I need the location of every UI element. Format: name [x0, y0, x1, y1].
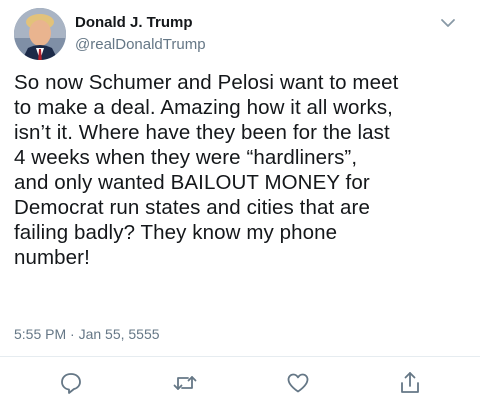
chevron-down-icon[interactable]: [438, 15, 458, 31]
author-display-name[interactable]: Donald J. Trump: [75, 14, 193, 31]
heart-icon: [287, 373, 309, 393]
divider: [0, 356, 480, 357]
reply-icon: [61, 373, 81, 394]
retweet-button[interactable]: [172, 370, 198, 396]
tweet-timestamp[interactable]: 5:55 PM · Jan 55, 5555: [14, 326, 160, 342]
action-bar: [0, 370, 480, 400]
profile-photo-icon: [14, 8, 66, 60]
tweet-text: So now Schumer and Pelosi want to meet t…: [14, 71, 399, 269]
share-button[interactable]: [397, 370, 423, 396]
avatar[interactable]: [14, 8, 66, 60]
tweet-card: Donald J. Trump @realDonaldTrump So now …: [0, 0, 480, 410]
share-icon: [401, 372, 419, 393]
reply-button[interactable]: [58, 370, 84, 396]
author-handle[interactable]: @realDonaldTrump: [75, 36, 206, 53]
like-button[interactable]: [285, 370, 311, 396]
retweet-icon: [173, 376, 197, 390]
